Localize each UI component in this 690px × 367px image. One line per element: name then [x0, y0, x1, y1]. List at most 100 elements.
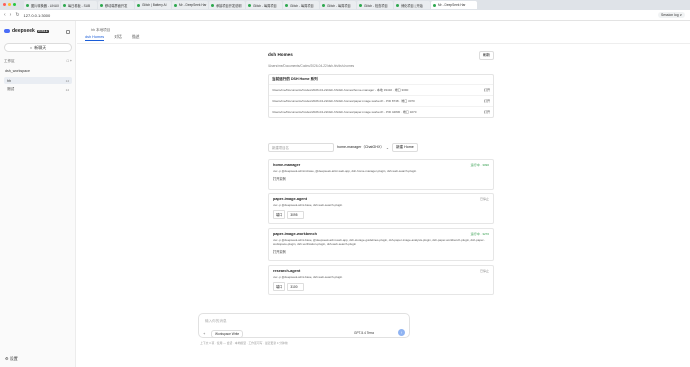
- home-name: research-agent: [273, 269, 301, 273]
- list-item: /Users/me/Documents/Codex/2026-04-22/dsh…: [269, 84, 493, 95]
- status-badge: 运行中 · 3090: [470, 163, 489, 167]
- new-chat-label: 新聊天: [34, 44, 47, 50]
- settings-button[interactable]: ⚙ 设置: [5, 356, 18, 362]
- browser-tab[interactable]: 博化项目 | 开始: [394, 1, 430, 9]
- section-title: dsh Homes: [268, 52, 293, 57]
- home-card: research-agent 已停止 uvx -p @deepseek-ai/m…: [268, 265, 494, 295]
- running-homes-title: 当前运行的 DSH Home 系列: [272, 77, 318, 81]
- home-card: paper-image-workbench 运行中 · 3270 uvx -p …: [268, 228, 494, 261]
- browser-tab[interactable]: Glitch - 每周项目: [246, 1, 282, 9]
- browser-tab[interactable]: 移动端界面开发: [98, 1, 134, 9]
- chevron-down-icon: ⌄: [385, 145, 389, 150]
- new-home-button[interactable]: 新建 Home: [391, 143, 418, 152]
- workspace-label: 工作区: [4, 59, 15, 63]
- port-label: 端口: [273, 282, 286, 291]
- brand-name: deepseek: [12, 28, 35, 34]
- folder-icon[interactable]: □: [67, 59, 69, 63]
- brand-badge: MOBILE: [36, 29, 49, 33]
- message-composer: 输入你的消息 + Workspace Write GPT-5.4 Terra ↑: [198, 313, 410, 338]
- attach-plus-icon[interactable]: +: [203, 331, 205, 336]
- home-command: uvx -p @deepseek-ai/mini-base, @deepseek…: [273, 169, 417, 173]
- browser-tab[interactable]: Glitch - 每周项目: [320, 1, 356, 9]
- port-input[interactable]: 3095: [287, 210, 305, 219]
- project-tabs: dsh Homes 对话 描述: [85, 35, 139, 41]
- home-card: paper-image-agent 已停止 uvx -p @deepseek-a…: [268, 193, 494, 224]
- home-name: paper-image-workbench: [273, 232, 317, 236]
- sidebar-item-count: 14: [65, 87, 69, 92]
- browser-tab-active[interactable]: Mr - DeepSeek Har: [431, 1, 477, 9]
- new-home-controls: 新建项目名 home-manager（ChatGHX） ⌄ 新建 Home: [268, 143, 494, 152]
- tab-description[interactable]: 描述: [132, 35, 140, 41]
- status-badge: 已停止: [479, 269, 489, 273]
- close-window-button[interactable]: [3, 3, 6, 6]
- open-home-button[interactable]: 打开: [484, 99, 490, 103]
- home-path: /Users/me/Documents/Codex/2026-04-22/dsh…: [272, 110, 417, 114]
- tab-favicon-icon: [137, 3, 140, 7]
- minimize-window-button[interactable]: [8, 3, 11, 6]
- reload-icon[interactable]: ↻: [15, 12, 19, 18]
- model-select[interactable]: GPT-5.4 Terra: [354, 331, 374, 335]
- refresh-button[interactable]: 刷新: [478, 51, 494, 60]
- send-button[interactable]: ↑: [398, 329, 405, 336]
- home-path: /Users/me/Documents/Codex/2026-04-22/dsh…: [272, 99, 415, 103]
- browser-tab[interactable]: Glitch | Battery AI: [135, 1, 171, 9]
- port-input[interactable]: 3100: [287, 282, 305, 291]
- whale-logo-icon: [4, 29, 10, 33]
- message-input[interactable]: 输入你的消息: [205, 319, 227, 324]
- home-command: uvx -p @deepseek-ai/mi-base, dsh-web-sea…: [273, 203, 343, 207]
- running-homes-panel: 当前运行的 DSH Home 系列 /Users/me/Documents/Co…: [268, 74, 494, 118]
- template-select[interactable]: home-manager（ChatGHX） ⌄: [337, 145, 389, 150]
- open-home-button[interactable]: 打开: [484, 88, 490, 92]
- tab-favicon-icon: [359, 3, 362, 7]
- zoom-window-button[interactable]: [13, 3, 16, 6]
- chat-bubble-icon: ○: [29, 45, 33, 50]
- new-chat-button[interactable]: ○ 新聊天: [4, 43, 72, 52]
- tab-favicon-icon: [26, 3, 29, 7]
- sidebar-item-label: 测试: [7, 87, 15, 91]
- status-badge: 已停止: [479, 197, 489, 201]
- url-field[interactable]: 127.0.0.1:3000: [24, 13, 51, 18]
- project-name-input[interactable]: 新建项目名: [268, 143, 334, 152]
- sidebar-item-hh[interactable]: hh 14: [4, 77, 72, 84]
- sidebar: deepseek MOBILE ○ 新聊天 工作区 □ + dsh_worksp…: [0, 21, 76, 367]
- home-card: home-manager 运行中 · 3090 uvx -p @deepseek…: [268, 159, 494, 190]
- divider: [77, 43, 690, 44]
- sidebar-collapse-icon[interactable]: [66, 30, 70, 34]
- address-bar: ‹ › ↻ 127.0.0.1:3000 Session log ∨: [0, 10, 690, 21]
- status-badge: 运行中 · 3270: [470, 232, 489, 236]
- browser-tab[interactable]: Glitch - 检查项目: [357, 1, 393, 9]
- template-value: home-manager（ChatGHX）: [337, 145, 384, 149]
- open-home-button[interactable]: 打开: [484, 110, 490, 114]
- home-command: uvx -p @deepseek-ai/mi-base, dsh-web-sea…: [273, 275, 343, 279]
- home-name: paper-image-agent: [273, 197, 307, 201]
- tab-favicon-icon: [285, 3, 288, 7]
- tab-dsh-homes[interactable]: dsh Homes: [85, 35, 105, 41]
- workspace-actions: □ +: [67, 59, 72, 64]
- tab-chat[interactable]: 对话: [114, 35, 122, 41]
- browser-tab[interactable]: 图片转换器 - LINUX: [24, 1, 60, 9]
- back-icon[interactable]: ‹: [4, 12, 6, 18]
- workspace-root[interactable]: dsh_workspace: [4, 67, 72, 74]
- sidebar-item-label: hh: [7, 78, 11, 83]
- mode-select[interactable]: Workspace Write: [211, 330, 244, 338]
- browser-tab[interactable]: 每日看板 - SUB: [61, 1, 97, 9]
- port-row: 端口 3100: [273, 282, 489, 291]
- open-instance-link[interactable]: 打开实例: [273, 176, 489, 181]
- browser-tab[interactable]: Mr - DeepSeek Har: [172, 1, 208, 9]
- tab-favicon-icon: [174, 3, 177, 7]
- session-log-button[interactable]: Session log ∨: [658, 12, 685, 18]
- browser-tab[interactable]: Glitch - 每周项目: [283, 1, 319, 9]
- port-label: 端口: [273, 210, 286, 219]
- add-icon[interactable]: +: [70, 59, 72, 63]
- brand: deepseek MOBILE: [4, 28, 49, 34]
- browser-tab[interactable]: 承接项目开发说明: [209, 1, 245, 9]
- tab-favicon-icon: [396, 3, 399, 7]
- forward-icon[interactable]: ›: [10, 12, 12, 18]
- home-command: uvx -p @deepseek-ai/mi-base, @deepseek-a…: [273, 238, 485, 246]
- tab-favicon-icon: [433, 3, 436, 7]
- gear-icon: ⚙: [5, 356, 9, 361]
- sidebar-item-test[interactable]: 测试 14: [4, 86, 72, 93]
- list-item: /Users/me/Documents/Codex/2026-04-22/dsh…: [269, 106, 493, 117]
- open-instance-link[interactable]: 打开实例: [273, 249, 489, 254]
- arrow-up-icon: ↑: [400, 330, 403, 335]
